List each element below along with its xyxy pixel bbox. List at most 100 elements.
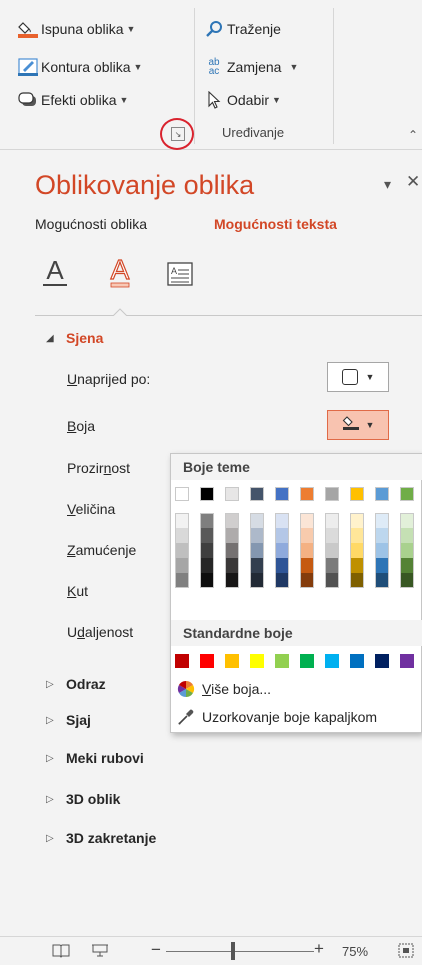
collapse-ribbon-icon[interactable]: ⌃ [408,128,418,142]
theme-shade-swatch[interactable] [225,543,239,558]
theme-shade-swatch[interactable] [350,528,364,543]
theme-shade-swatch[interactable] [325,558,339,573]
theme-shade-swatch[interactable] [175,513,189,528]
theme-color-swatch[interactable] [200,487,214,501]
theme-shade-swatch[interactable] [300,573,314,588]
standard-color-swatch[interactable] [300,654,314,668]
theme-shade-swatch[interactable] [250,558,264,573]
chevron-down-icon[interactable]: ▼ [127,24,136,34]
theme-shade-swatch[interactable] [400,558,414,573]
standard-color-swatch[interactable] [325,654,339,668]
theme-shade-swatch[interactable] [225,528,239,543]
theme-shade-swatch[interactable] [325,528,339,543]
more-colors-item[interactable]: Više boja... [175,679,271,699]
theme-shade-swatch[interactable] [350,573,364,588]
theme-shade-swatch[interactable] [225,573,239,588]
standard-color-swatch[interactable] [200,654,214,668]
theme-shade-swatch[interactable] [400,543,414,558]
theme-shade-swatch[interactable] [275,528,289,543]
shadow-color-button[interactable]: ▼ [327,410,389,440]
zoom-level[interactable]: 75% [342,944,368,959]
section-3d-format[interactable]: ▷ 3D oblik [46,791,120,807]
theme-shade-swatch[interactable] [200,573,214,588]
theme-shade-swatch[interactable] [375,543,389,558]
theme-shade-swatch[interactable] [300,528,314,543]
eyedropper-item[interactable]: Uzorkovanje boje kapaljkom [175,707,377,727]
standard-color-swatch[interactable] [175,654,189,668]
theme-shade-swatch[interactable] [325,573,339,588]
theme-shade-swatch[interactable] [375,573,389,588]
section-reflection[interactable]: ▷ Odraz [46,676,106,692]
theme-color-swatch[interactable] [175,487,189,501]
pane-menu-icon[interactable]: ▾ [384,176,391,193]
theme-shade-swatch[interactable] [300,513,314,528]
theme-shade-swatch[interactable] [250,528,264,543]
chevron-down-icon[interactable]: ▼ [289,62,298,72]
theme-shade-swatch[interactable] [200,543,214,558]
tab-text-options[interactable]: Mogućnosti teksta [214,216,337,232]
chevron-down-icon[interactable]: ▼ [134,62,143,72]
theme-color-swatch[interactable] [375,487,389,501]
theme-color-swatch[interactable] [325,487,339,501]
theme-shade-swatch[interactable] [275,513,289,528]
section-3d-rotation[interactable]: ▷ 3D zakretanje [46,830,156,846]
standard-color-swatch[interactable] [225,654,239,668]
theme-shade-swatch[interactable] [400,573,414,588]
theme-color-swatch[interactable] [250,487,264,501]
chevron-down-icon[interactable]: ▼ [119,95,128,105]
theme-color-swatch[interactable] [350,487,364,501]
theme-shade-swatch[interactable] [350,558,364,573]
theme-shade-swatch[interactable] [250,513,264,528]
theme-color-swatch[interactable] [275,487,289,501]
theme-shade-swatch[interactable] [350,543,364,558]
theme-shade-swatch[interactable] [375,513,389,528]
standard-color-swatch[interactable] [350,654,364,668]
zoom-slider-track[interactable] [166,951,314,952]
theme-shade-swatch[interactable] [250,573,264,588]
select-button[interactable]: Odabir ▼ [204,89,281,111]
theme-color-swatch[interactable] [400,487,414,501]
theme-shade-swatch[interactable] [300,558,314,573]
fit-to-window-icon[interactable] [398,943,414,961]
section-glow[interactable]: ▷ Sjaj [46,712,91,728]
theme-shade-swatch[interactable] [400,528,414,543]
theme-shade-swatch[interactable] [200,528,214,543]
textbox-icon[interactable]: A [165,253,195,289]
theme-shade-swatch[interactable] [300,543,314,558]
theme-shade-swatch[interactable] [375,528,389,543]
section-shadow[interactable]: ◢ Sjena [46,330,103,346]
theme-shade-swatch[interactable] [275,573,289,588]
close-icon[interactable]: ✕ [406,172,420,192]
text-effects-icon[interactable]: A [103,253,137,289]
standard-color-swatch[interactable] [400,654,414,668]
replace-button[interactable]: ab ac Zamjena ▼ [204,56,298,78]
zoom-out-button[interactable]: − [151,940,161,960]
chevron-down-icon[interactable]: ▼ [272,95,281,105]
theme-shade-swatch[interactable] [325,513,339,528]
theme-shade-swatch[interactable] [200,513,214,528]
shape-fill-button[interactable]: Ispuna oblika ▼ [18,18,135,40]
text-fill-outline-icon[interactable]: A [40,253,70,289]
theme-color-swatch[interactable] [300,487,314,501]
theme-shade-swatch[interactable] [225,558,239,573]
shape-effects-button[interactable]: Efekti oblika ▼ [18,89,128,111]
theme-shade-swatch[interactable] [175,543,189,558]
theme-shade-swatch[interactable] [200,558,214,573]
standard-color-swatch[interactable] [375,654,389,668]
theme-shade-swatch[interactable] [350,513,364,528]
theme-shade-swatch[interactable] [275,543,289,558]
standard-color-swatch[interactable] [275,654,289,668]
slideshow-icon[interactable] [92,943,108,961]
theme-shade-swatch[interactable] [400,513,414,528]
find-button[interactable]: Traženje [204,18,281,40]
theme-shade-swatch[interactable] [225,513,239,528]
theme-color-swatch[interactable] [225,487,239,501]
theme-shade-swatch[interactable] [375,558,389,573]
theme-shade-swatch[interactable] [175,573,189,588]
theme-shade-swatch[interactable] [175,528,189,543]
theme-shade-swatch[interactable] [275,558,289,573]
standard-color-swatch[interactable] [250,654,264,668]
section-soft-edges[interactable]: ▷ Meki rubovi [46,750,144,766]
theme-shade-swatch[interactable] [250,543,264,558]
reading-view-icon[interactable] [52,943,70,961]
